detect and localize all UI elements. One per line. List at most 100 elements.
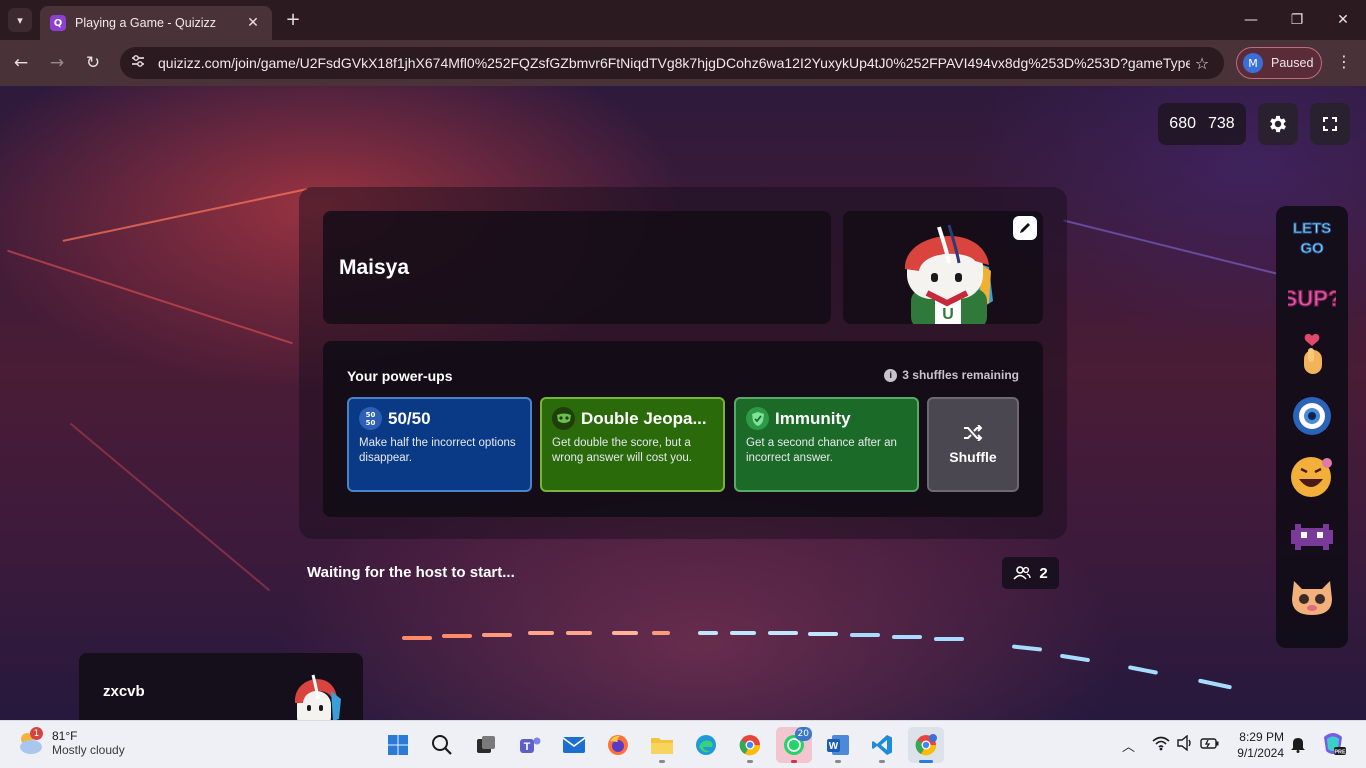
word-icon[interactable]: W	[820, 727, 856, 763]
file-explorer-icon[interactable]	[644, 727, 680, 763]
lets-go-sticker-icon[interactable]: LETS GO	[1288, 212, 1336, 260]
powerup-title: Double Jeopa...	[581, 408, 707, 428]
mail-icon[interactable]	[556, 727, 592, 763]
powerups-panel: Your power-ups i 3 shuffles remaining 50…	[323, 341, 1043, 517]
eye-sticker-icon[interactable]	[1288, 392, 1336, 440]
powerup-title: 50/50	[388, 408, 431, 428]
url-text: quizizz.com/join/game/U2FsdGVkX18f1jhX67…	[158, 55, 1190, 71]
edge-icon[interactable]	[688, 727, 724, 763]
teams-icon[interactable]: T	[512, 727, 548, 763]
score-right-value: 738	[1208, 115, 1235, 132]
forward-icon[interactable]: →	[44, 50, 70, 76]
floor-light	[1197, 678, 1233, 690]
floor-light	[892, 635, 922, 639]
reload-icon[interactable]: ↻	[80, 50, 106, 76]
info-icon: i	[884, 368, 898, 382]
cat-face-sticker-icon[interactable]	[1288, 572, 1336, 620]
fullscreen-button[interactable]	[1310, 103, 1350, 145]
floor-light	[1059, 653, 1091, 663]
shuffles-remaining-text: 3 shuffles remaining	[902, 368, 1019, 382]
svg-text:U: U	[942, 306, 954, 323]
notification-bell-icon[interactable]	[1290, 735, 1306, 757]
floor-light	[612, 631, 638, 635]
floor-light	[566, 631, 592, 635]
address-bar[interactable]: quizizz.com/join/game/U2FsdGVkX18f1jhX67…	[120, 47, 1224, 79]
heart-hand-sticker-icon[interactable]	[1288, 332, 1336, 380]
score-counter: 680 738	[1158, 103, 1246, 145]
running-indicator	[659, 760, 665, 763]
powerup-card-double-jeopardy[interactable]: Double Jeopa... Get double the score, bu…	[540, 397, 725, 492]
whatsapp-icon[interactable]: 20	[776, 727, 812, 763]
shuffle-button[interactable]: Shuffle	[927, 397, 1019, 492]
powerup-card-immunity[interactable]: Immunity Get a second chance after an in…	[734, 397, 919, 492]
powerup-description: Get a second chance after an incorrect a…	[746, 437, 897, 464]
copilot-icon[interactable]: PRE	[1320, 731, 1346, 761]
floor-light	[1127, 665, 1159, 675]
svg-text:T: T	[524, 741, 531, 753]
search-icon[interactable]	[424, 727, 460, 763]
players-icon	[1013, 566, 1032, 580]
minimize-window-icon[interactable]: —	[1228, 6, 1274, 34]
bookmark-star-icon[interactable]: ☆	[1190, 54, 1214, 73]
svg-text:PRE: PRE	[1334, 750, 1346, 756]
running-indicator	[791, 760, 797, 763]
profile-avatar: M	[1243, 53, 1263, 73]
immunity-shield-icon	[746, 407, 769, 430]
edit-avatar-button[interactable]	[1013, 216, 1037, 240]
players-count-badge[interactable]: 2	[1002, 557, 1059, 589]
profile-button[interactable]: M Paused	[1236, 47, 1322, 79]
pixel-monster-sticker-icon[interactable]	[1288, 512, 1336, 560]
windows-start-icon[interactable]	[380, 727, 416, 763]
laughing-face-sticker-icon[interactable]	[1288, 452, 1336, 500]
firefox-icon[interactable]	[600, 727, 636, 763]
neon-streak	[69, 422, 271, 592]
system-clock[interactable]: 8:29 PM 9/1/2024	[1232, 729, 1284, 761]
task-view-icon[interactable]	[468, 727, 504, 763]
svg-text:LETS: LETS	[1293, 220, 1331, 237]
gear-icon	[1270, 115, 1286, 133]
site-info-icon[interactable]	[130, 54, 158, 72]
football-avatar-icon	[294, 674, 341, 720]
weather-widget[interactable]: 1 81°F Mostly cloudy	[16, 727, 125, 757]
chrome-profile-icon[interactable]	[732, 727, 768, 763]
waiting-status: Waiting for the host to start...	[307, 564, 515, 581]
back-icon[interactable]: ←	[8, 50, 34, 76]
browser-toolbar: ← → ↻ quizizz.com/join/game/U2FsdGVkX18f…	[0, 40, 1366, 86]
new-tab-icon[interactable]: +	[282, 8, 304, 30]
tab-close-icon[interactable]: ✕	[244, 15, 262, 31]
browser-menu-icon[interactable]: ⋮	[1334, 52, 1354, 74]
clock-time: 8:29 PM	[1239, 730, 1284, 744]
active-indicator	[919, 760, 933, 763]
restore-window-icon[interactable]: ❐	[1274, 6, 1320, 34]
floor-light	[402, 636, 432, 640]
tab-search-icon[interactable]: ▾	[8, 8, 32, 32]
cloudy-weather-icon: 1	[16, 727, 44, 757]
floor-light	[730, 631, 756, 635]
wifi-icon[interactable]	[1152, 735, 1170, 755]
shuffle-icon	[964, 424, 983, 441]
shuffles-remaining: i 3 shuffles remaining	[884, 368, 1019, 382]
battery-icon[interactable]	[1200, 735, 1220, 755]
fifty-fifty-icon: 50 50	[359, 407, 382, 430]
avatar-card: U	[843, 211, 1043, 324]
weather-temperature: 81°F	[52, 729, 78, 743]
svg-text:W: W	[829, 741, 839, 752]
floor-light	[652, 631, 670, 635]
powerup-card-5050[interactable]: 50 50 50/50 Make half the incorrect optio…	[347, 397, 532, 492]
profile-status-label: Paused	[1271, 56, 1314, 70]
settings-button[interactable]	[1258, 103, 1298, 145]
browser-tab-strip: ▾ Q Playing a Game - Quizizz ✕ + — ❐ ✕	[0, 0, 1366, 40]
vscode-icon[interactable]	[864, 727, 900, 763]
close-window-icon[interactable]: ✕	[1320, 6, 1366, 34]
volume-icon[interactable]	[1176, 734, 1194, 755]
player-name: Maisya	[339, 255, 410, 279]
running-indicator	[835, 760, 841, 763]
sup-sticker-icon[interactable]: SUP?	[1288, 272, 1336, 320]
browser-tab-active[interactable]: Q Playing a Game - Quizizz ✕	[40, 6, 272, 40]
floor-light	[934, 637, 964, 641]
floor-light	[768, 631, 798, 635]
player-tile: zxcvb	[79, 653, 363, 720]
pencil-icon	[1020, 223, 1030, 233]
show-hidden-icons-icon[interactable]: ︿	[1122, 736, 1135, 755]
chrome-active-icon[interactable]	[908, 727, 944, 763]
